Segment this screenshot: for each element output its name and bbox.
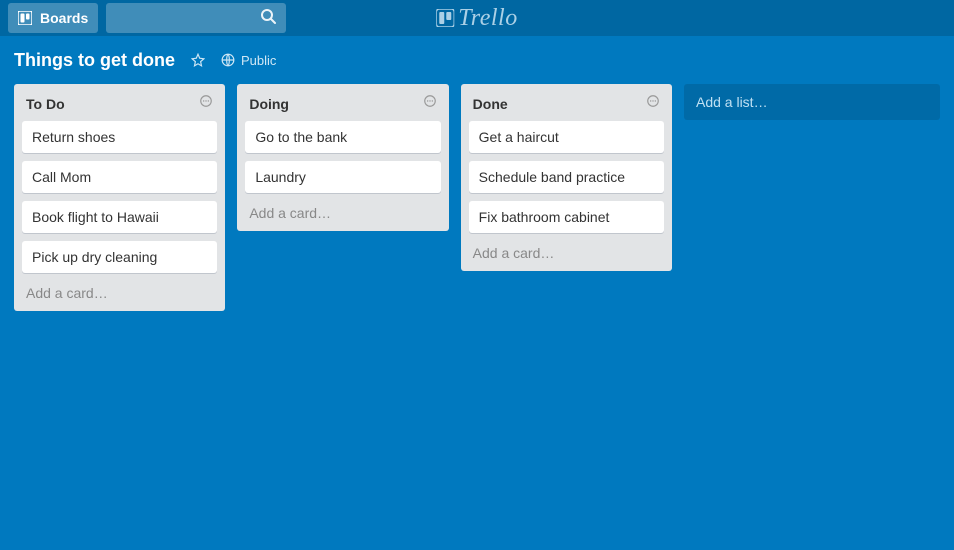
add-card-button[interactable]: Add a card… [245,201,440,221]
board-header: Things to get done Public [0,36,954,84]
list-name[interactable]: Doing [249,96,289,112]
star-icon [191,53,205,67]
list-menu-button[interactable] [199,94,213,113]
card[interactable]: Laundry [245,161,440,193]
search-input[interactable] [106,3,286,33]
card[interactable]: Go to the bank [245,121,440,153]
boards-button[interactable]: Boards [8,3,98,33]
boards-button-label: Boards [40,10,88,26]
list-header: To Do [22,92,217,113]
list-header: Done [469,92,664,113]
search-icon [260,8,276,29]
globe-icon [221,53,235,67]
list-doing: Doing Go to the bank Laundry Add a card… [237,84,448,231]
boards-icon [18,11,32,25]
card[interactable]: Book flight to Hawaii [22,201,217,233]
add-card-button[interactable]: Add a card… [469,241,664,261]
list-done: Done Get a haircut Schedule band practic… [461,84,672,271]
add-card-button[interactable]: Add a card… [22,281,217,301]
brand-logo[interactable]: Trello [436,5,517,32]
ellipsis-icon [423,94,437,113]
card[interactable]: Pick up dry cleaning [22,241,217,273]
list-to-do: To Do Return shoes Call Mom Book flight … [14,84,225,311]
brand-icon [436,9,454,27]
add-list-button[interactable]: Add a list… [684,84,940,120]
card[interactable]: Schedule band practice [469,161,664,193]
card[interactable]: Call Mom [22,161,217,193]
top-header: Boards Trello [0,0,954,36]
board-canvas: To Do Return shoes Call Mom Book flight … [0,84,954,311]
card[interactable]: Get a haircut [469,121,664,153]
brand-text: Trello [458,5,517,32]
list-menu-button[interactable] [646,94,660,113]
visibility-label: Public [241,53,276,68]
star-button[interactable] [191,53,205,67]
visibility-button[interactable]: Public [221,53,276,68]
card[interactable]: Return shoes [22,121,217,153]
list-header: Doing [245,92,440,113]
list-name[interactable]: Done [473,96,508,112]
card[interactable]: Fix bathroom cabinet [469,201,664,233]
list-name[interactable]: To Do [26,96,65,112]
ellipsis-icon [199,94,213,113]
ellipsis-icon [646,94,660,113]
board-title[interactable]: Things to get done [14,50,175,71]
list-menu-button[interactable] [423,94,437,113]
